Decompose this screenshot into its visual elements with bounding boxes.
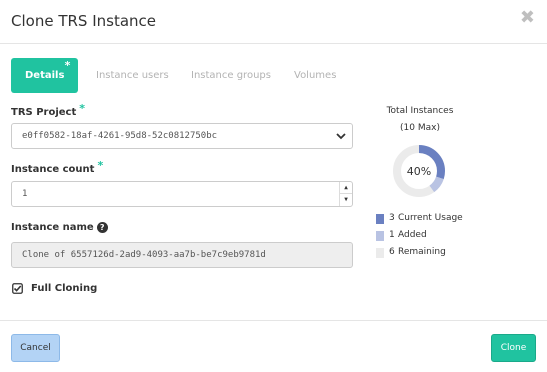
legend-label: Added (398, 230, 427, 240)
legend-label: Remaining (398, 247, 446, 257)
legend-label: Current Usage (398, 213, 463, 223)
clone-button[interactable]: Clone (491, 334, 536, 362)
legend-swatch (376, 248, 384, 258)
tab-volumes[interactable]: Volumes (294, 58, 336, 93)
cancel-button[interactable]: Cancel (11, 334, 60, 362)
required-marker: * (64, 59, 71, 72)
decrement-icon[interactable]: ▼ (340, 194, 352, 206)
increment-icon[interactable]: ▲ (340, 182, 352, 194)
quota-donut-chart: 40% (393, 145, 445, 197)
legend-swatch (376, 214, 384, 224)
quota-title: Total Instances (386, 106, 454, 116)
legend-swatch (376, 231, 384, 241)
required-marker: * (97, 159, 104, 172)
help-icon[interactable]: ? (96, 222, 108, 233)
quantity-stepper: ▲ ▼ (339, 182, 352, 206)
dialog-title: Clone TRS Instance (11, 12, 156, 30)
legend-count: 3 (389, 213, 395, 223)
legend-count: 1 (389, 230, 395, 240)
dialog-footer: Cancel Clone (0, 320, 547, 372)
tab-details[interactable]: Details * (11, 58, 79, 93)
tab-instance-groups[interactable]: Instance groups (191, 58, 271, 93)
instance-name-field: Clone of 6557126d-2ad9-4093-aa7b-be7c9eb… (11, 242, 353, 268)
chevron-down-icon (336, 133, 346, 140)
trs-project-value: e0ff0582-18af-4261-95d8-52c0812750bc (22, 131, 218, 141)
donut-percent-label: 40% (407, 165, 431, 178)
tab-details-label: Details (25, 70, 65, 81)
instance-name-value: Clone of 6557126d-2ad9-4093-aa7b-be7c9eb… (22, 250, 266, 260)
instance-count-value: 1 (22, 189, 28, 199)
full-cloning-label: Full Cloning (31, 283, 98, 294)
trs-project-label: TRS Project * (11, 102, 86, 118)
quota-subtitle: (10 Max) (400, 123, 440, 133)
required-marker: * (79, 102, 86, 115)
instance-name-label: Instance name? (11, 222, 108, 233)
trs-project-label-text: TRS Project (11, 107, 77, 118)
clone-instance-dialog: Clone TRS Instance ✖ Details * Instance … (0, 0, 547, 372)
legend-count: 6 (389, 247, 395, 257)
instance-count-input[interactable]: 1 ▲ ▼ (11, 181, 353, 207)
instance-count-label: Instance count * (11, 159, 104, 175)
trs-project-select[interactable]: e0ff0582-18af-4261-95d8-52c0812750bc (11, 123, 353, 149)
checkbox-checked-icon[interactable] (12, 283, 23, 294)
instance-name-label-text: Instance name (11, 222, 94, 233)
dialog-header: Clone TRS Instance ✖ (0, 0, 547, 44)
instance-count-label-text: Instance count (11, 164, 95, 175)
tab-instance-users[interactable]: Instance users (96, 58, 169, 93)
close-icon[interactable]: ✖ (520, 9, 535, 27)
